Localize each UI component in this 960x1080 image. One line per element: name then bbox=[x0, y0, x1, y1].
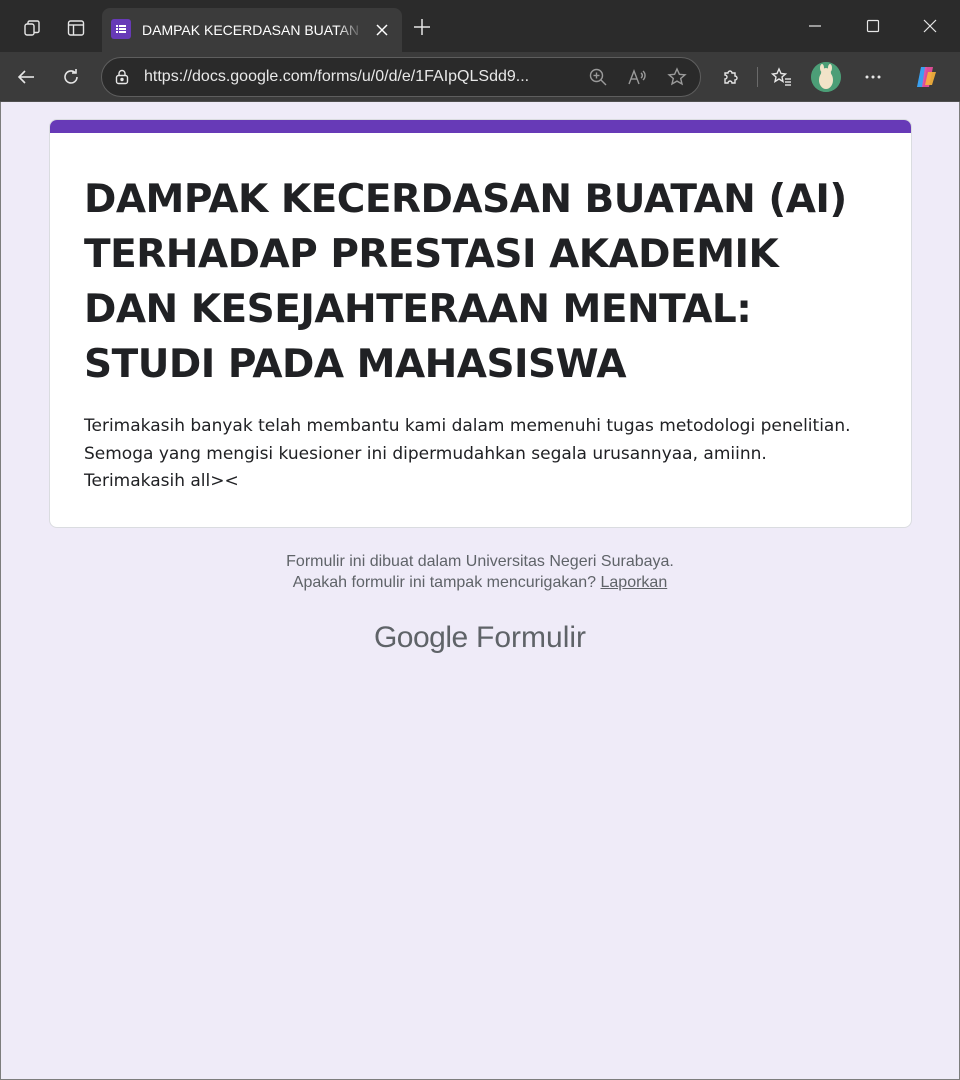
close-tab-icon[interactable] bbox=[370, 18, 394, 42]
workspaces-icon[interactable] bbox=[14, 10, 50, 46]
active-tab[interactable]: DAMPAK KECERDASAN BUATAN (AI) TERHADAP P… bbox=[102, 8, 402, 52]
toolbar-separator bbox=[757, 67, 758, 87]
lock-icon[interactable] bbox=[112, 67, 132, 87]
created-in-text: Formulir ini dibuat dalam Universitas Ne… bbox=[286, 553, 674, 570]
form-title: DAMPAK KECERDASAN BUATAN (AI) TERHADAP P… bbox=[84, 177, 847, 387]
star-icon[interactable] bbox=[666, 66, 688, 88]
form-description: Terimakasih banyak telah membantu kami d… bbox=[84, 413, 884, 496]
zoom-icon[interactable] bbox=[587, 66, 609, 88]
copilot-icon[interactable] bbox=[908, 59, 944, 95]
form-description-line: Terimakasih all>< bbox=[84, 471, 239, 491]
report-link[interactable]: Laporkan bbox=[601, 574, 668, 591]
avatar[interactable] bbox=[811, 62, 841, 92]
more-icon[interactable] bbox=[855, 59, 891, 95]
browser-tab-strip: DAMPAK KECERDASAN BUATAN (AI) TERHADAP P… bbox=[0, 0, 960, 52]
google-forms-icon bbox=[111, 19, 131, 39]
maximize-icon[interactable] bbox=[848, 6, 898, 46]
tab-title: DAMPAK KECERDASAN BUATAN (AI) TERHADAP P… bbox=[142, 22, 364, 38]
refresh-icon[interactable] bbox=[53, 59, 89, 95]
form-description-line: Semoga yang mengisi kuesioner ini diperm… bbox=[84, 443, 767, 464]
form-footer: Formulir ini dibuat dalam Universitas Ne… bbox=[0, 551, 960, 593]
address-bar[interactable]: https://docs.google.com/forms/u/0/d/e/1F… bbox=[101, 57, 701, 97]
url-text[interactable]: https://docs.google.com/forms/u/0/d/e/1F… bbox=[144, 58, 579, 96]
report-line: Apakah formulir ini tampak mencurigakan?… bbox=[0, 572, 960, 593]
logo-product-text: Formulir bbox=[476, 621, 587, 654]
suspicious-question: Apakah formulir ini tampak mencurigakan? bbox=[292, 574, 597, 591]
form-header-card: DAMPAK KECERDASAN BUATAN (AI) TERHADAP P… bbox=[49, 119, 912, 528]
read-aloud-icon[interactable] bbox=[626, 66, 648, 88]
form-accent-bar bbox=[50, 120, 911, 133]
favorites-icon[interactable] bbox=[764, 59, 800, 95]
minimize-icon[interactable] bbox=[790, 6, 840, 46]
close-icon[interactable] bbox=[905, 6, 955, 46]
logo-google-text: Google bbox=[373, 621, 468, 654]
form-description-line: Terimakasih banyak telah membantu kami d… bbox=[84, 416, 851, 436]
google-forms-logo[interactable]: Google Formulir bbox=[0, 618, 960, 658]
plus-icon[interactable] bbox=[408, 13, 436, 41]
puzzle-icon[interactable] bbox=[713, 59, 749, 95]
browser-toolbar: https://docs.google.com/forms/u/0/d/e/1F… bbox=[0, 52, 960, 102]
tab-actions-icon[interactable] bbox=[58, 10, 94, 46]
back-arrow-icon[interactable] bbox=[8, 59, 44, 95]
